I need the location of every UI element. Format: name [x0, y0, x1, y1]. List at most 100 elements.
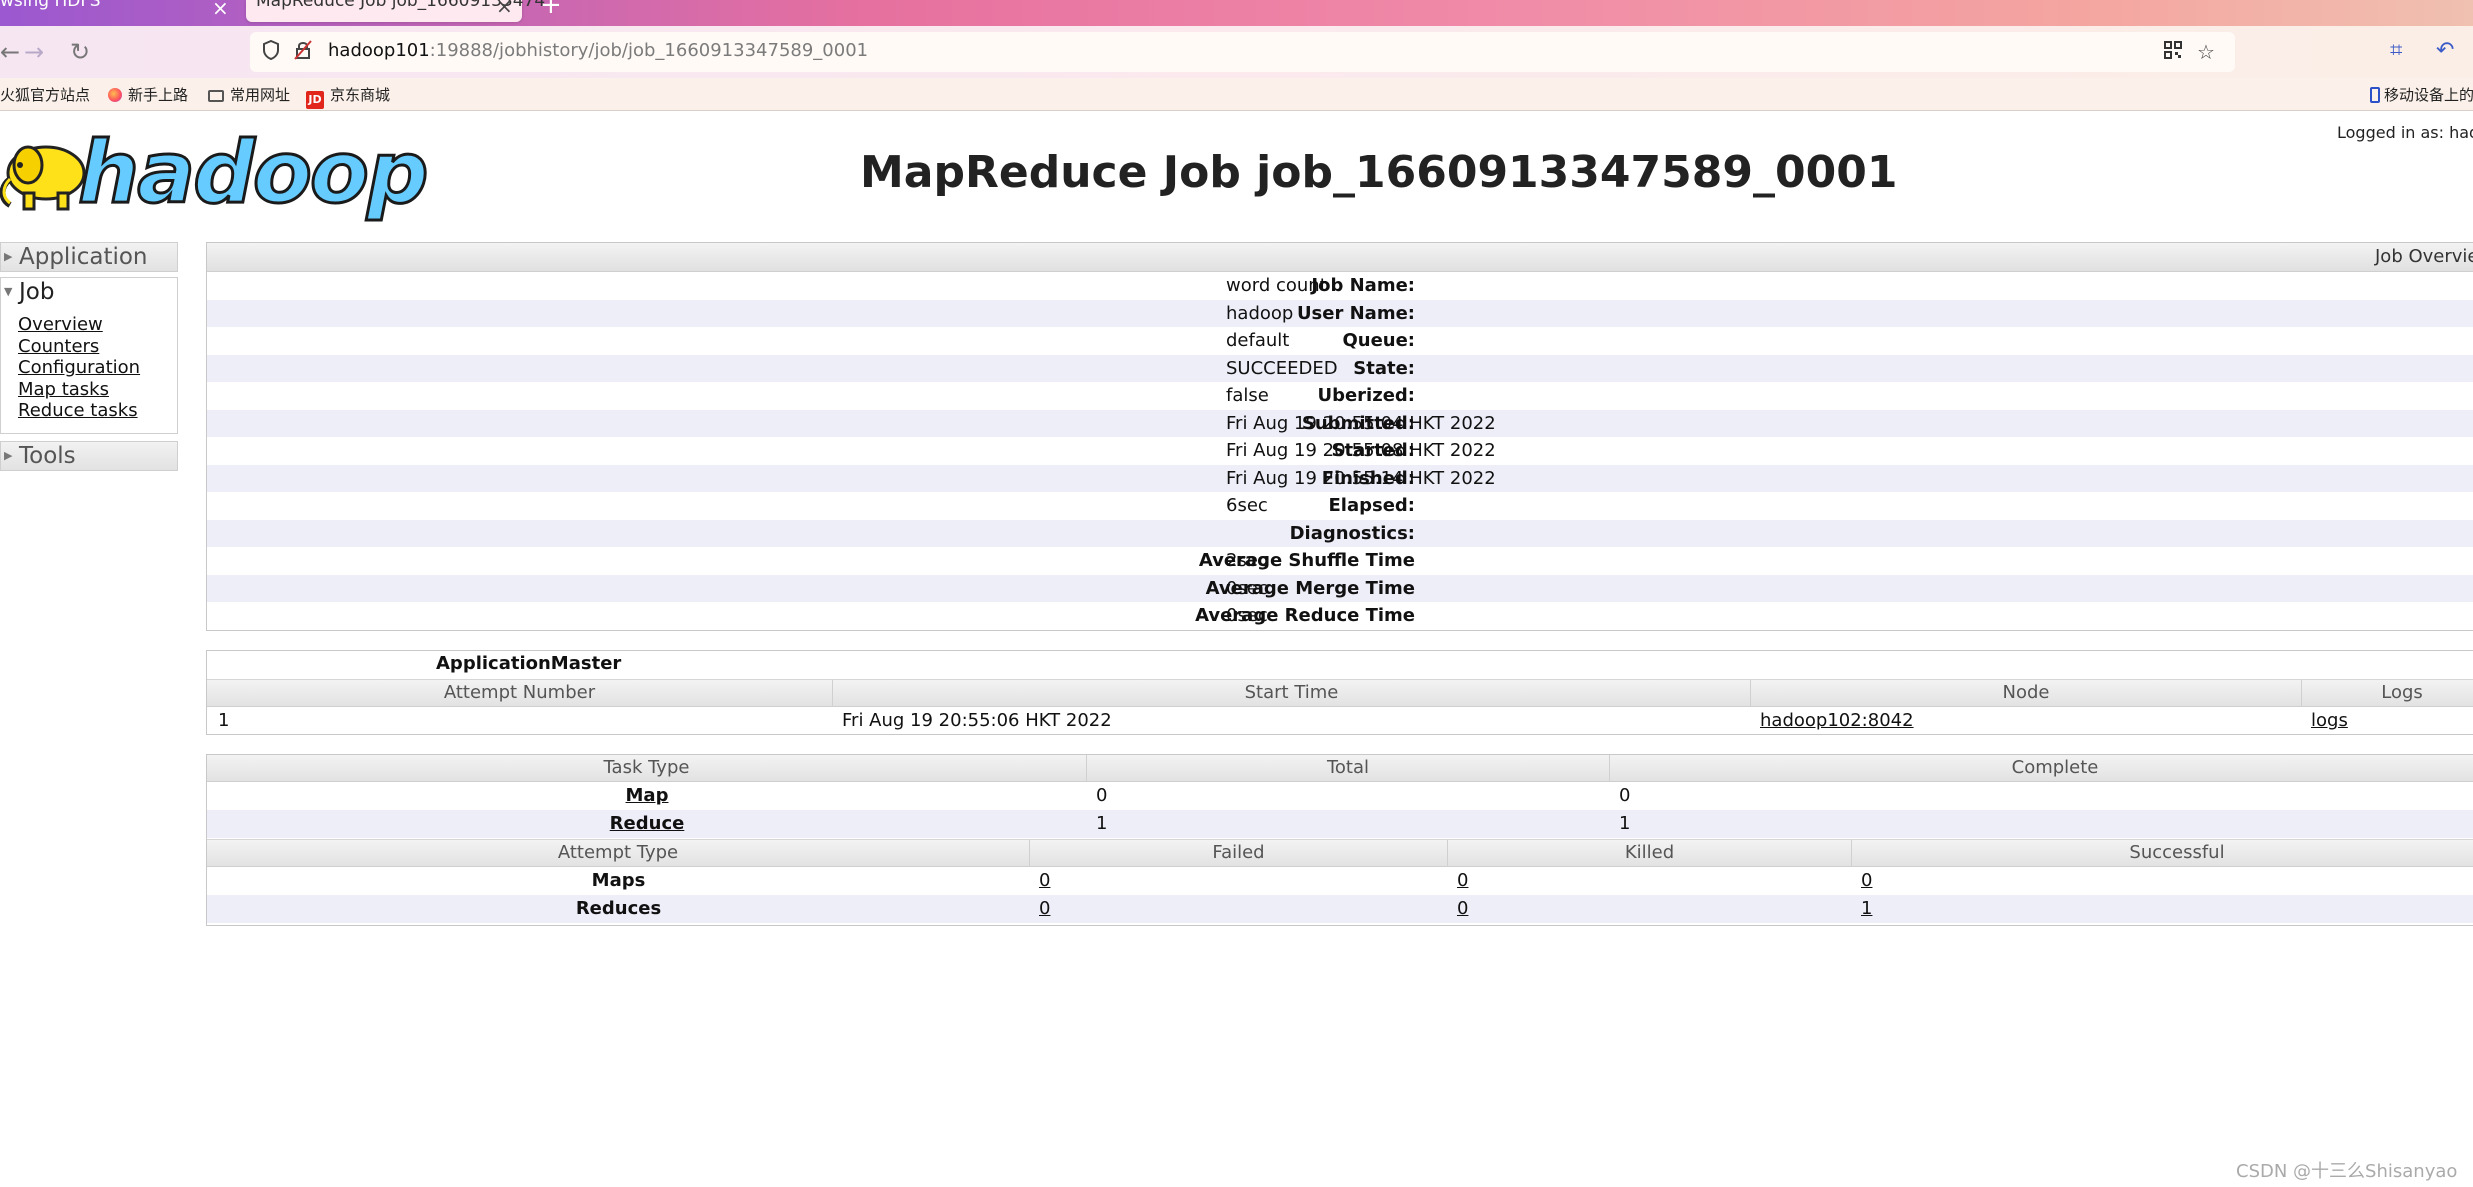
bookmark-item[interactable]: JD 京东商城 [306, 84, 390, 109]
tab-active[interactable]: MapReduce Job job_16609133474 × [246, 0, 545, 22]
overview-row: Submitted: Fri Aug 19 20:55:04 HKT 2022 [207, 409, 2473, 437]
bookmark-item[interactable]: 常用网址 [208, 84, 290, 105]
overview-row: Average Merge Time 0sec [207, 574, 2473, 602]
folder-icon [208, 90, 224, 102]
url-text[interactable]: hadoop101:19888/jobhistory/job/job_16609… [328, 40, 868, 61]
url-host: hadoop101 [328, 40, 430, 61]
column-header-logs[interactable]: Logs [2302, 680, 2473, 706]
hadoop-logo: hadoop [0, 122, 430, 225]
application-master-title: ApplicationMaster [436, 653, 622, 674]
new-tab-icon[interactable]: + [540, 0, 562, 20]
forward-icon[interactable]: → [24, 38, 44, 66]
address-bar[interactable]: hadoop101:19888/jobhistory/job/job_16609… [250, 32, 2235, 72]
insecure-lock-icon[interactable] [294, 40, 312, 65]
application-master-header: Attempt Number Start Time Node Logs [207, 679, 2473, 707]
close-icon[interactable]: × [212, 0, 229, 20]
job-overview-table: Job Overvie Job Name: word count User Nam… [206, 242, 2473, 631]
overview-value: 2sec [1226, 550, 1268, 571]
overview-key: Uberized: [1317, 385, 1415, 406]
overview-value: hadoop [1226, 302, 1294, 324]
column-header-node[interactable]: Node [1751, 680, 2302, 706]
shield-icon[interactable] [262, 39, 280, 65]
tab-previous[interactable]: wsing HDFS [0, 0, 240, 26]
bookmark-item[interactable]: 新手上路 [108, 84, 188, 105]
task-type-reduce-link[interactable]: Reduce [207, 813, 1087, 834]
overview-value: default [1226, 330, 1290, 351]
column-header-total: Total [1087, 755, 1610, 781]
logo-text: hadoop [77, 122, 431, 225]
column-header-killed: Killed [1448, 840, 1852, 866]
successful-count-link[interactable]: 0 [1861, 870, 1872, 891]
bookmark-item[interactable]: 火狐官方站点 [0, 84, 90, 105]
task-summary-table: Task Type Total Complete Map 0 0 Reduce … [206, 754, 2473, 926]
sidebar-link-overview[interactable]: Overview [18, 314, 177, 336]
expanded-arrow-icon: ▼ [4, 285, 13, 298]
table-row: Reduces 0 0 1 [207, 895, 2473, 923]
task-type-map-link[interactable]: Map [207, 785, 1087, 806]
job-overview-header: Job Overvie [207, 243, 2473, 272]
overview-value: 0sec [1226, 605, 1268, 626]
sidebar-tools-label: Tools [19, 443, 76, 469]
column-header-complete: Complete [2011, 757, 2099, 778]
undo-icon[interactable]: ↶ [2436, 38, 2454, 63]
overview-key: Diagnostics: [1289, 522, 1415, 544]
bookmark-star-icon[interactable]: ☆ [2197, 40, 2215, 64]
sidebar-tools[interactable]: ▶ Tools [0, 441, 178, 471]
attempt-type-header: Attempt Type Failed Killed Successful [207, 839, 2473, 867]
collapsed-arrow-icon: ▶ [4, 449, 13, 462]
sidebar-link-configuration[interactable]: Configuration [18, 357, 177, 379]
table-row: 1 Fri Aug 19 20:55:06 HKT 2022 hadoop102… [207, 707, 2473, 735]
sidebar-application-label: Application [19, 244, 148, 270]
overview-row: Job Name: word count [207, 272, 2473, 300]
overview-row: User Name: hadoop [207, 299, 2473, 327]
close-icon[interactable]: × [496, 0, 513, 18]
logs-link[interactable]: logs [2311, 710, 2348, 731]
overview-row: Queue: default [207, 327, 2473, 355]
reload-icon[interactable]: ↻ [70, 38, 90, 66]
column-header-attempt-number[interactable]: Attempt Number [207, 680, 833, 706]
failed-count-link[interactable]: 0 [1039, 898, 1050, 919]
node-link[interactable]: hadoop102:8042 [1760, 710, 1914, 731]
overview-value: Fri Aug 19 20:55:14 HKT 2022 [1226, 467, 1496, 489]
overview-row: Elapsed: 6sec [207, 492, 2473, 520]
task-total: 1 [1096, 813, 1108, 834]
collapsed-arrow-icon: ▶ [4, 250, 13, 263]
bookmark-mobile[interactable]: 移动设备上的 [2370, 84, 2473, 105]
sidebar-link-counters[interactable]: Counters [18, 336, 177, 358]
attempt-number: 1 [218, 710, 230, 731]
overview-value: 0sec [1226, 577, 1268, 599]
killed-count-link[interactable]: 0 [1457, 898, 1468, 919]
overview-key: Job Name: [1311, 275, 1415, 296]
tab-bar: wsing HDFS × MapReduce Job job_166091334… [0, 0, 2473, 26]
bookmark-label: 常用网址 [230, 86, 291, 104]
sidebar-application[interactable]: ▶ Application [0, 242, 178, 272]
table-row: Maps 0 0 0 [207, 867, 2473, 895]
failed-count-link[interactable]: 0 [1039, 870, 1050, 891]
overview-key: Queue: [1342, 330, 1415, 351]
overview-value: SUCCEEDED [1226, 357, 1338, 379]
qr-code-icon[interactable] [2164, 40, 2182, 64]
overview-value: 6sec [1226, 495, 1268, 516]
crop-icon[interactable]: ⌗ [2390, 38, 2402, 63]
jd-icon: JD [306, 91, 324, 109]
overview-row: State: SUCCEEDED [207, 354, 2473, 382]
column-header-failed: Failed [1030, 840, 1448, 866]
overview-key: User Name: [1296, 302, 1415, 324]
table-row: Map 0 0 [207, 782, 2473, 810]
bookmark-label: 京东商城 [330, 86, 391, 104]
task-total: 0 [1096, 785, 1108, 806]
sidebar-job[interactable]: ▼ Job [0, 277, 178, 307]
sidebar-link-reduce-tasks[interactable]: Reduce tasks [18, 400, 177, 422]
overview-row: Uberized: false [207, 382, 2473, 410]
sidebar-job-links: Overview Counters Configuration Map task… [0, 306, 178, 434]
killed-count-link[interactable]: 0 [1457, 870, 1468, 891]
column-header-start-time[interactable]: Start Time [833, 680, 1751, 706]
browser-toolbar: ← → ↻ hadoop101:19888/jobhistory/job/job… [0, 26, 2473, 78]
back-icon[interactable]: ← [0, 38, 20, 66]
url-path: :19888/jobhistory/job/job_1660913347589_… [429, 40, 869, 61]
task-complete: 1 [1619, 813, 1631, 834]
tab-previous-label: wsing HDFS [0, 0, 101, 11]
sidebar-link-map-tasks[interactable]: Map tasks [18, 379, 177, 401]
successful-count-link[interactable]: 1 [1861, 898, 1872, 919]
overview-value: Fri Aug 19 20:55:08 HKT 2022 [1226, 440, 1496, 461]
